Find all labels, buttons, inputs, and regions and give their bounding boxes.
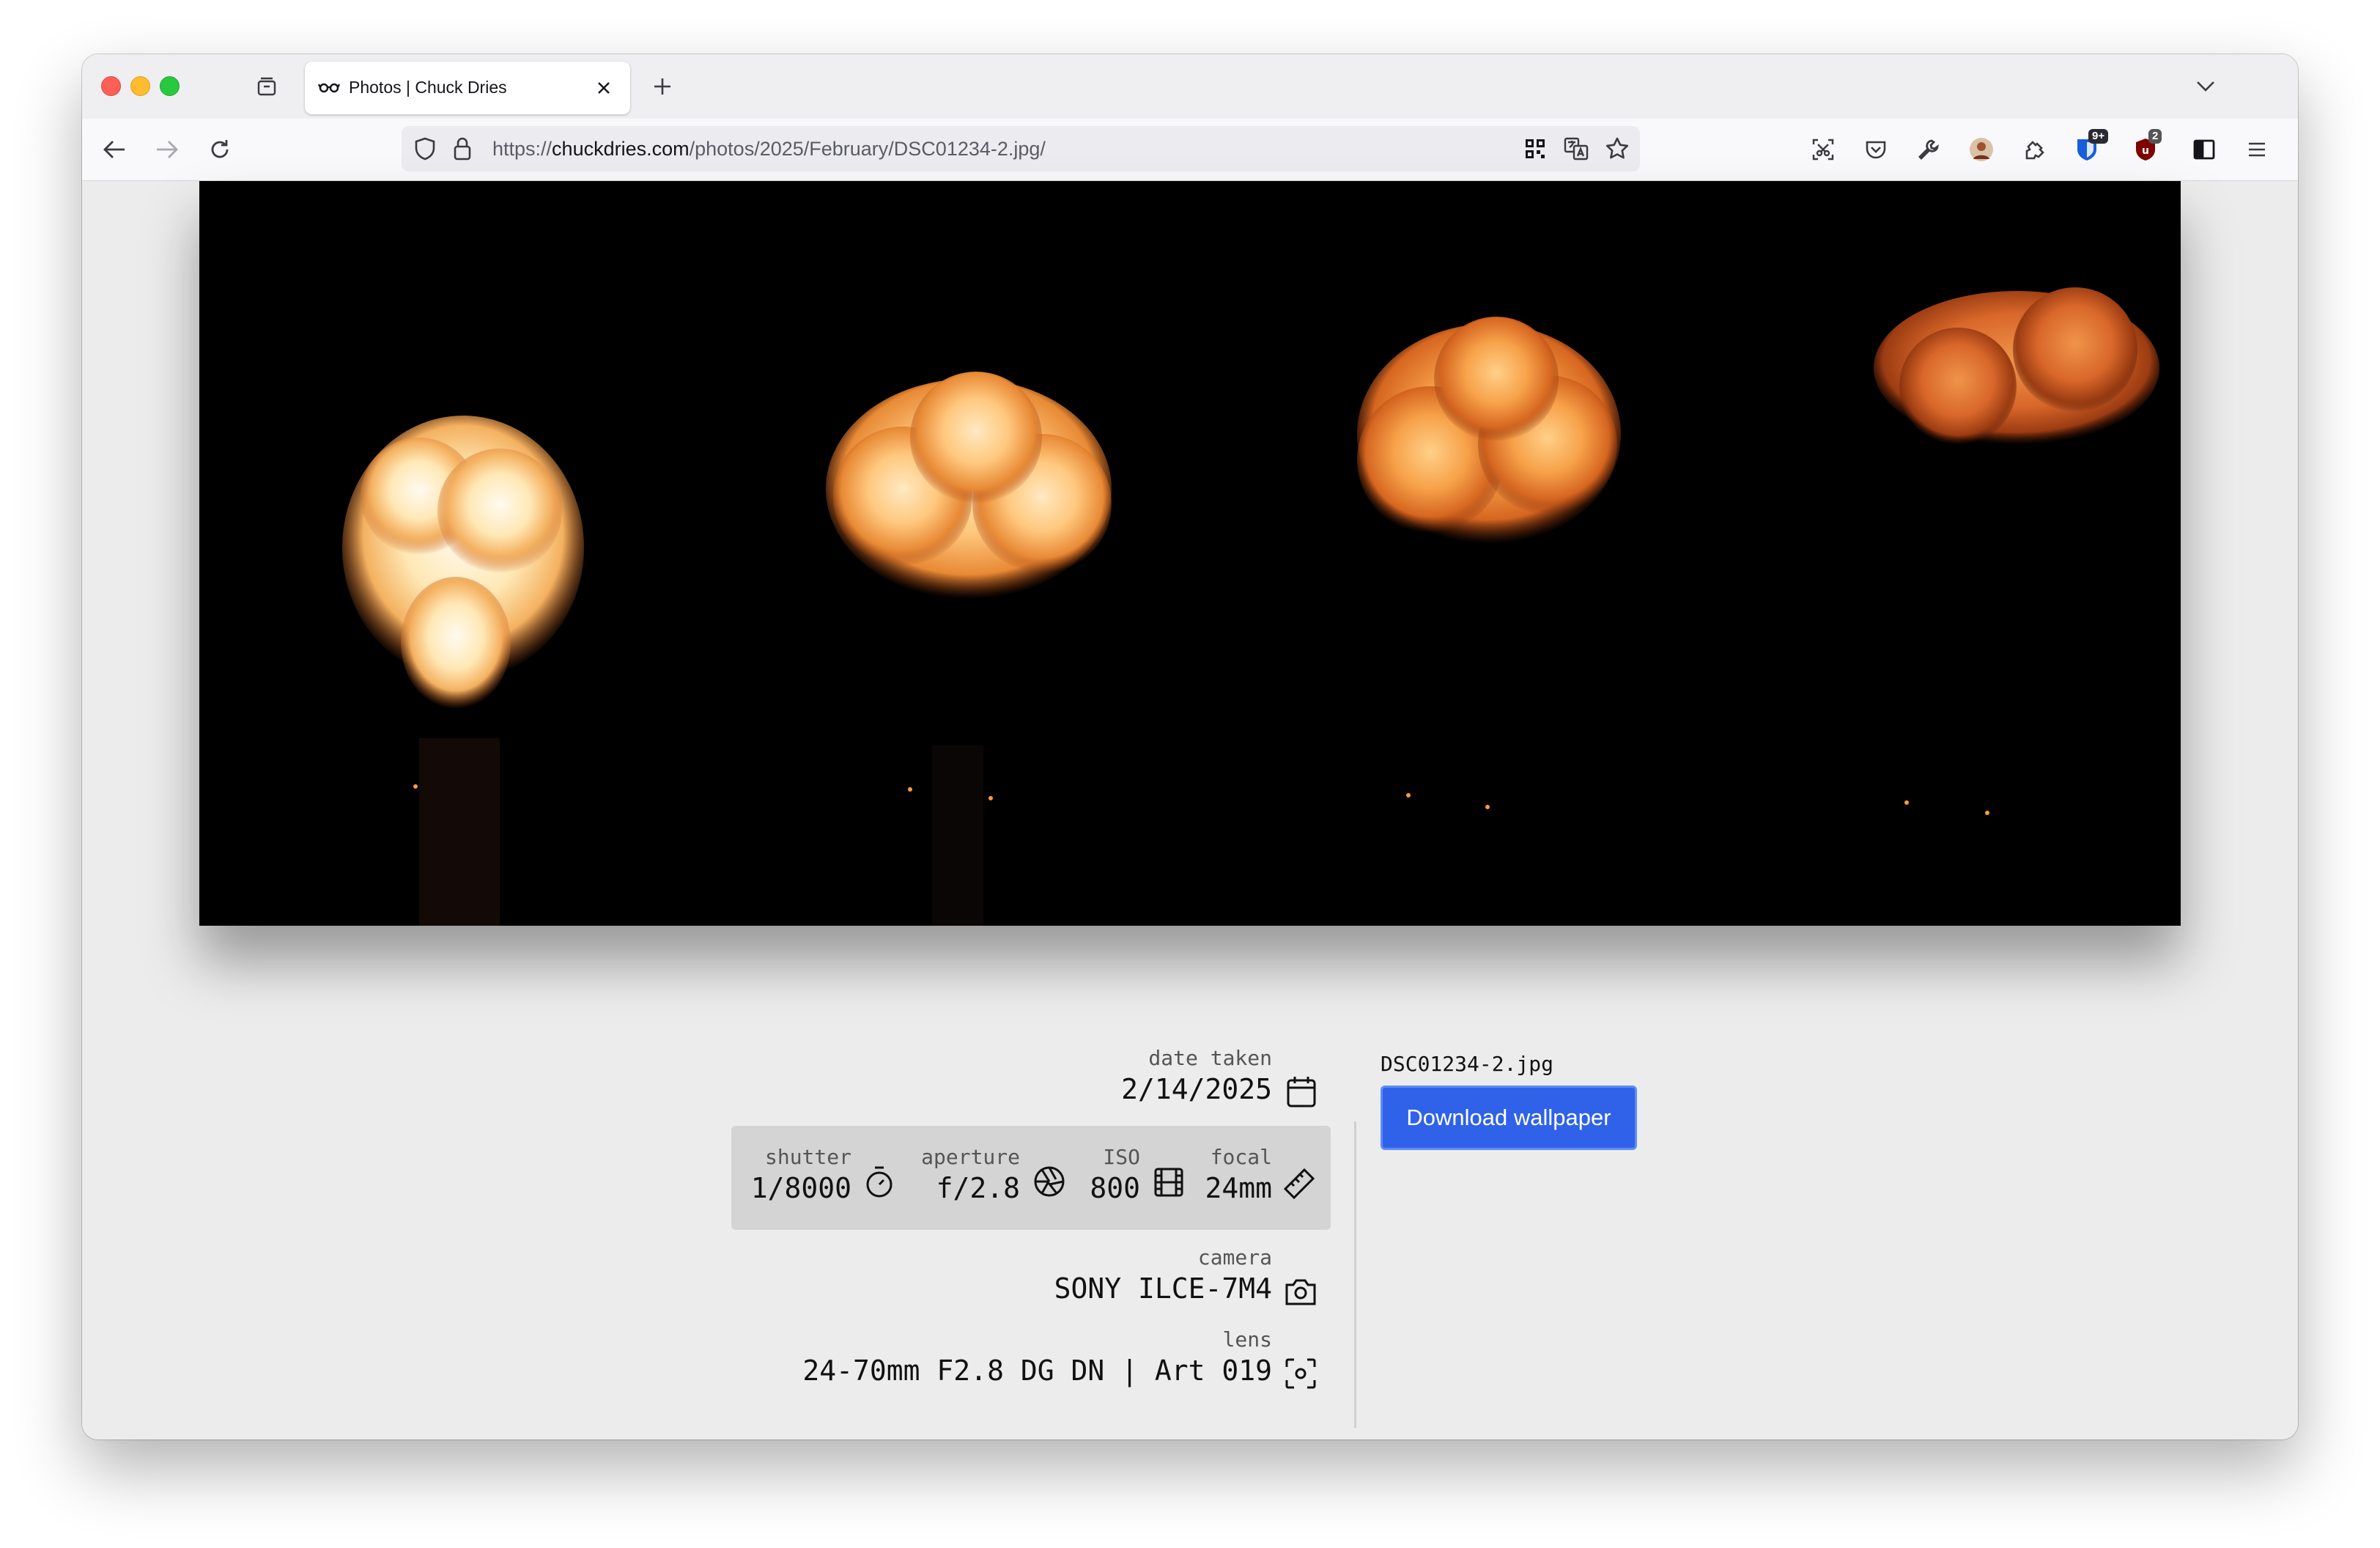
address-bar[interactable]: https://chuckdries.com/photos/2025/Febru… (402, 126, 1640, 172)
translate-icon[interactable] (1564, 136, 1589, 165)
focal-label: focal (1210, 1145, 1272, 1169)
url-path: /photos/2025/February/DSC01234-2.jpg/ (689, 138, 1046, 160)
date-taken-label: date taken (1148, 1046, 1272, 1070)
focal: focal 24mm (1205, 1145, 1272, 1204)
film-icon (1153, 1167, 1184, 1201)
minimize-window-button[interactable] (130, 76, 150, 96)
stopwatch-icon (865, 1165, 894, 1203)
tab-title: Photos | Chuck Dries (349, 78, 507, 97)
qr-code-icon[interactable] (1524, 138, 1546, 163)
camera-label: camera (1197, 1245, 1272, 1269)
ruler-icon (1282, 1167, 1316, 1204)
camera: camera SONY ILCE-7M4 (1054, 1245, 1272, 1305)
focal-value: 24mm (1205, 1172, 1272, 1204)
aperture: aperture f/2.8 (921, 1145, 1020, 1204)
camera-value: SONY ILCE-7M4 (1054, 1272, 1272, 1305)
aperture-icon (1033, 1165, 1065, 1201)
calendar-icon (1285, 1075, 1318, 1113)
tracking-protection-shield-icon[interactable] (413, 136, 437, 165)
zoom-window-button[interactable] (160, 76, 180, 96)
glasses-icon (317, 79, 341, 99)
iso: ISO 800 (1090, 1145, 1140, 1204)
account-avatar[interactable] (1967, 135, 1996, 164)
date-taken-value: 2/14/2025 (1121, 1073, 1272, 1105)
lens-focus-icon (1284, 1357, 1318, 1394)
shutter: shutter 1/8000 (751, 1145, 851, 1204)
bookmark-star-icon[interactable] (1605, 136, 1630, 165)
pocket-icon[interactable] (1861, 135, 1891, 164)
camera-icon (1284, 1276, 1318, 1311)
aperture-value: f/2.8 (936, 1172, 1020, 1204)
browser-window: Photos | Chuck Dries https://chuckdries.… (82, 54, 2298, 1440)
lock-icon[interactable] (453, 136, 472, 165)
lens: lens 24-70mm F2.8 DG DN | Art 019 (802, 1327, 1272, 1387)
download-wallpaper-button[interactable]: Download wallpaper (1381, 1086, 1637, 1150)
forward-arrow-icon[interactable] (152, 135, 182, 164)
reload-icon[interactable] (205, 135, 234, 164)
aperture-label: aperture (921, 1145, 1020, 1169)
active-tab[interactable]: Photos | Chuck Dries (305, 62, 630, 114)
url-text[interactable]: https://chuckdries.com/photos/2025/Febru… (492, 138, 1046, 161)
iso-value: 800 (1090, 1172, 1140, 1204)
wrench-icon[interactable] (1914, 135, 1943, 164)
bitwarden-badge: 9+ (2088, 129, 2109, 144)
extensions-puzzle-icon[interactable] (2019, 135, 2049, 164)
iso-label: ISO (1103, 1145, 1140, 1169)
tab-strip: Photos | Chuck Dries (82, 54, 2298, 119)
bitwarden-icon[interactable]: 9+ (2072, 129, 2109, 164)
navigation-toolbar: https://chuckdries.com/photos/2025/Febru… (82, 119, 2298, 181)
exif-panel: shutter 1/8000 aperture f/2.8 ISO 800 fo… (731, 1126, 1331, 1230)
ublock-origin-icon[interactable]: u 2 (2131, 129, 2162, 164)
fireballs-photo-image (199, 181, 2181, 926)
sidebar-toggle-icon[interactable] (2189, 135, 2219, 164)
url-scheme: https:// (492, 138, 552, 160)
page-content: date taken 2/14/2025 shutter 1/8000 aper… (82, 181, 2298, 1440)
close-window-button[interactable] (101, 76, 121, 96)
list-all-tabs-icon[interactable] (2192, 73, 2219, 100)
file-name: DSC01234-2.jpg (1381, 1052, 1554, 1076)
app-menu-icon[interactable] (2242, 135, 2272, 164)
date-taken: date taken 2/14/2025 (1121, 1046, 1272, 1105)
new-tab-icon[interactable] (649, 73, 676, 100)
close-tab-icon[interactable] (591, 75, 617, 101)
screenshot-icon[interactable] (1808, 135, 1838, 164)
metadata-divider (1354, 1121, 1356, 1428)
lens-label: lens (1222, 1327, 1272, 1352)
svg-text:u: u (2142, 145, 2149, 157)
photo[interactable] (199, 181, 2181, 926)
ublock-badge: 2 (2148, 129, 2162, 144)
shutter-label: shutter (764, 1145, 851, 1169)
lens-value: 24-70mm F2.8 DG DN | Art 019 (802, 1354, 1272, 1387)
tab-overview-icon[interactable] (252, 72, 281, 101)
url-host: chuckdries.com (552, 138, 690, 160)
shutter-value: 1/8000 (750, 1172, 851, 1204)
back-arrow-icon[interactable] (100, 135, 129, 164)
